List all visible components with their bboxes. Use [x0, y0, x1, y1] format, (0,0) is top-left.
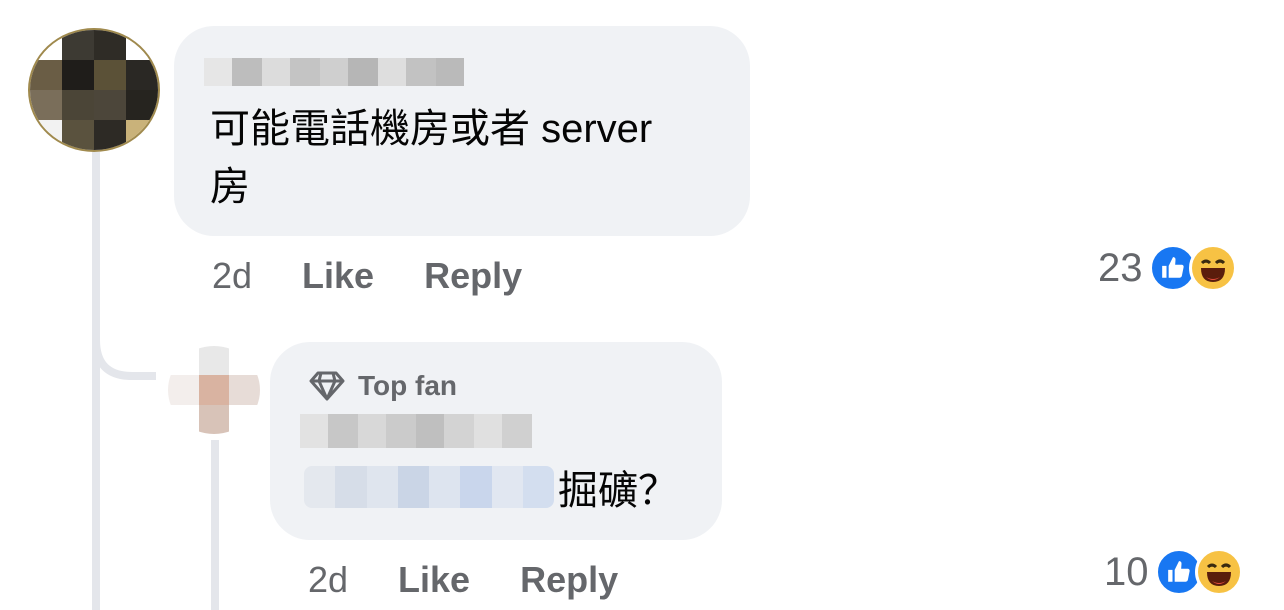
thread-line-reply: [211, 440, 219, 610]
reply-bubble: Top fan 掘礦？: [270, 342, 722, 540]
haha-icon: [1188, 244, 1237, 292]
mention-redacted[interactable]: [304, 466, 554, 508]
reaction-count: 23: [1098, 245, 1143, 290]
reaction-count: 10: [1104, 549, 1149, 594]
avatar[interactable]: [28, 28, 160, 152]
diamond-icon: [309, 371, 345, 401]
author-name-redacted[interactable]: [300, 414, 532, 448]
comment-actions: 2d Like Reply: [212, 252, 522, 300]
comment-text-line-2: 房: [210, 165, 250, 209]
comment-timestamp[interactable]: 2d: [212, 255, 252, 297]
comment-bubble: 可能電話機房或者 server 房: [174, 26, 750, 236]
like-button[interactable]: Like: [302, 255, 374, 297]
comment-reactions[interactable]: 23: [1098, 244, 1237, 292]
reply-button[interactable]: Reply: [520, 559, 618, 601]
top-fan-label: Top fan: [358, 370, 458, 401]
author-name-redacted[interactable]: [204, 58, 464, 86]
reply-reactions[interactable]: 10: [1104, 548, 1243, 596]
avatar[interactable]: [168, 346, 260, 434]
thread-curve: [92, 300, 156, 380]
reply-timestamp[interactable]: 2d: [308, 559, 348, 601]
reply-button[interactable]: Reply: [424, 255, 522, 297]
reply-actions: 2d Like Reply: [308, 556, 618, 604]
comment-text: 可能電話機房或者 server 房: [210, 100, 730, 216]
haha-icon: [1194, 548, 1243, 596]
comment-text-line-1: 可能電話機房或者 server: [210, 107, 653, 151]
like-button[interactable]: Like: [398, 559, 470, 601]
top-fan-badge[interactable]: Top fan: [308, 370, 457, 402]
reply-text: 掘礦？: [558, 469, 678, 513]
